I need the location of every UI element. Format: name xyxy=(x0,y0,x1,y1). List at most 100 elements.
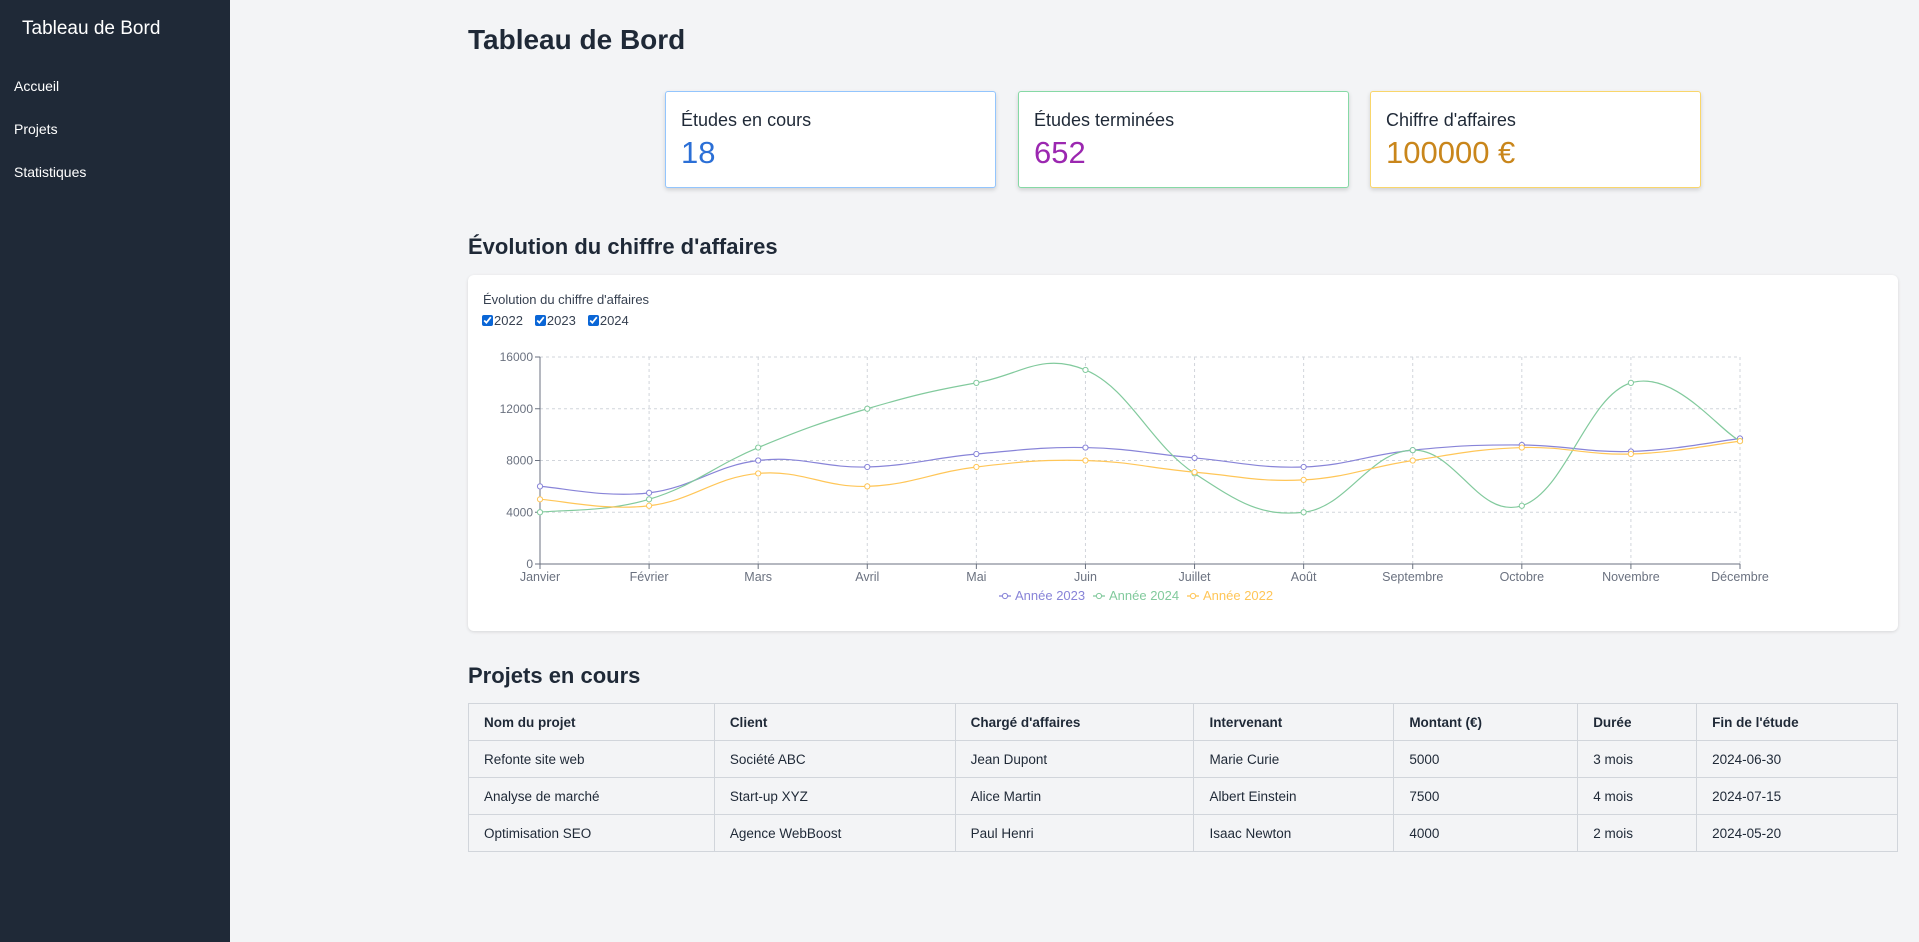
projects-table: Nom du projet Client Chargé d'affaires I… xyxy=(468,703,1898,852)
y-tick-label: 0 xyxy=(526,557,533,571)
legend-label: Année 2024 xyxy=(1109,588,1179,603)
table-cell: Isaac Newton xyxy=(1193,814,1395,852)
table-cell: 4 mois xyxy=(1577,777,1698,815)
stat-card-label: Études terminées xyxy=(1034,110,1175,130)
data-point xyxy=(864,463,871,471)
data-point xyxy=(1300,463,1307,471)
table-row: Refonte site web Société ABC Jean Dupont… xyxy=(468,740,1898,778)
data-point xyxy=(1191,454,1198,462)
column-header: Montant (€) xyxy=(1393,703,1579,741)
x-tick-label: Septembre xyxy=(1382,570,1443,584)
column-header: Fin de l'étude xyxy=(1696,703,1898,741)
data-point xyxy=(1082,457,1089,464)
y-tick-label: 16000 xyxy=(500,350,534,364)
data-point xyxy=(1082,444,1089,451)
data-point xyxy=(645,502,653,509)
x-tick-label: Mars xyxy=(744,570,772,584)
table-row: Analyse de marché Start-up XYZ Alice Mar… xyxy=(468,777,1898,815)
legend-label: Année 2023 xyxy=(1015,588,1085,603)
table-cell: 2024-06-30 xyxy=(1696,740,1898,778)
stat-card-label: Études en cours xyxy=(681,110,812,130)
x-tick-label: Décembre xyxy=(1711,570,1769,584)
x-tick-label: Octobre xyxy=(1500,570,1545,584)
table-cell: Marie Curie xyxy=(1193,740,1395,778)
table-cell: Société ABC xyxy=(713,740,956,778)
table-cell: 4000 xyxy=(1393,814,1579,852)
table-cell: 3 mois xyxy=(1577,740,1698,778)
data-point xyxy=(1191,469,1198,476)
y-tick-label: 4000 xyxy=(506,505,533,519)
page-title: Tableau de Bord xyxy=(468,24,686,55)
table-cell: Agence WebBoost xyxy=(713,814,956,852)
table-cell: Start-up XYZ xyxy=(713,777,956,815)
stat-card-etudes-terminees: Études terminées 652 xyxy=(1018,91,1349,188)
legend-marker-dot xyxy=(1189,592,1197,600)
series-line-2 xyxy=(539,440,1741,508)
table-cell: 2024-05-20 xyxy=(1696,814,1898,852)
sidebar-item-accueil[interactable]: Accueil xyxy=(14,78,59,94)
data-point xyxy=(973,463,980,471)
data-point xyxy=(645,496,653,503)
column-header: Durée xyxy=(1577,703,1698,741)
table-cell: Refonte site web xyxy=(468,740,715,778)
x-tick-label: Mai xyxy=(966,570,986,584)
data-point xyxy=(973,379,980,386)
stat-card-chiffre-affaires: Chiffre d'affaires 100000 € xyxy=(1370,91,1701,188)
data-point xyxy=(1082,366,1089,374)
table-cell: Paul Henri xyxy=(954,814,1195,852)
stat-card-label: Chiffre d'affaires xyxy=(1386,110,1516,130)
data-point xyxy=(1409,447,1416,454)
data-point xyxy=(755,470,762,477)
column-header: Nom du projet xyxy=(468,703,715,741)
x-tick-label: Février xyxy=(630,570,669,584)
x-tick-label: Avril xyxy=(855,570,879,584)
data-point xyxy=(1736,437,1744,445)
y-tick-label: 12000 xyxy=(500,402,534,416)
x-tick-label: Juillet xyxy=(1179,570,1211,584)
data-point xyxy=(645,489,653,496)
data-point xyxy=(1409,457,1416,464)
data-point xyxy=(1627,379,1635,386)
x-tick-label: Novembre xyxy=(1602,570,1660,584)
data-point xyxy=(755,444,762,451)
table-cell: Analyse de marché xyxy=(468,777,715,815)
legend-marker-dot xyxy=(1001,592,1009,600)
table-cell: 7500 xyxy=(1393,777,1579,815)
stat-card-value: 100000 € xyxy=(1386,135,1516,170)
data-point xyxy=(755,457,762,464)
data-point xyxy=(1300,476,1307,484)
data-point xyxy=(864,483,871,490)
revenue-chart-panel: Évolution du chiffre d'affaires 2022 202… xyxy=(468,275,1898,631)
data-point xyxy=(536,496,544,503)
column-header: Client xyxy=(713,703,956,741)
table-row: Optimisation SEO Agence WebBoost Paul He… xyxy=(468,814,1898,852)
table-cell: 2 mois xyxy=(1577,814,1698,852)
sidebar-item-statistiques[interactable]: Statistiques xyxy=(14,164,86,180)
data-point xyxy=(1518,444,1525,451)
data-point xyxy=(536,483,544,490)
data-point xyxy=(1518,502,1525,509)
data-point xyxy=(973,450,980,458)
table-header-row: Nom du projet Client Chargé d'affaires I… xyxy=(468,703,1898,741)
table-cell: 5000 xyxy=(1393,740,1579,778)
sidebar-item-projets[interactable]: Projets xyxy=(14,121,58,137)
column-header: Intervenant xyxy=(1193,703,1395,741)
table-cell: Optimisation SEO xyxy=(468,814,715,852)
projects-section-title: Projets en cours xyxy=(468,663,641,688)
table-cell: Jean Dupont xyxy=(954,740,1195,778)
legend-marker-dot xyxy=(1095,592,1103,600)
sidebar-brand: Tableau de Bord xyxy=(22,18,161,39)
legend-label: Année 2022 xyxy=(1203,588,1273,603)
data-point xyxy=(536,509,544,516)
y-tick-label: 8000 xyxy=(506,454,533,468)
x-tick-label: Juin xyxy=(1074,570,1097,584)
table-cell: 2024-07-15 xyxy=(1696,777,1898,815)
data-point xyxy=(1627,450,1635,458)
x-tick-label: Janvier xyxy=(520,570,560,584)
table-cell: Alice Martin xyxy=(954,777,1195,815)
sidebar: Tableau de Bord Accueil Projets Statisti… xyxy=(0,0,230,942)
column-header: Chargé d'affaires xyxy=(954,703,1195,741)
stat-card-etudes-en-cours: Études en cours 18 xyxy=(665,91,996,188)
line-chart: 0 4000 8000 12000 16000 Janvier Février Mars Avr… xyxy=(500,350,1769,603)
stat-card-value: 18 xyxy=(681,135,716,170)
